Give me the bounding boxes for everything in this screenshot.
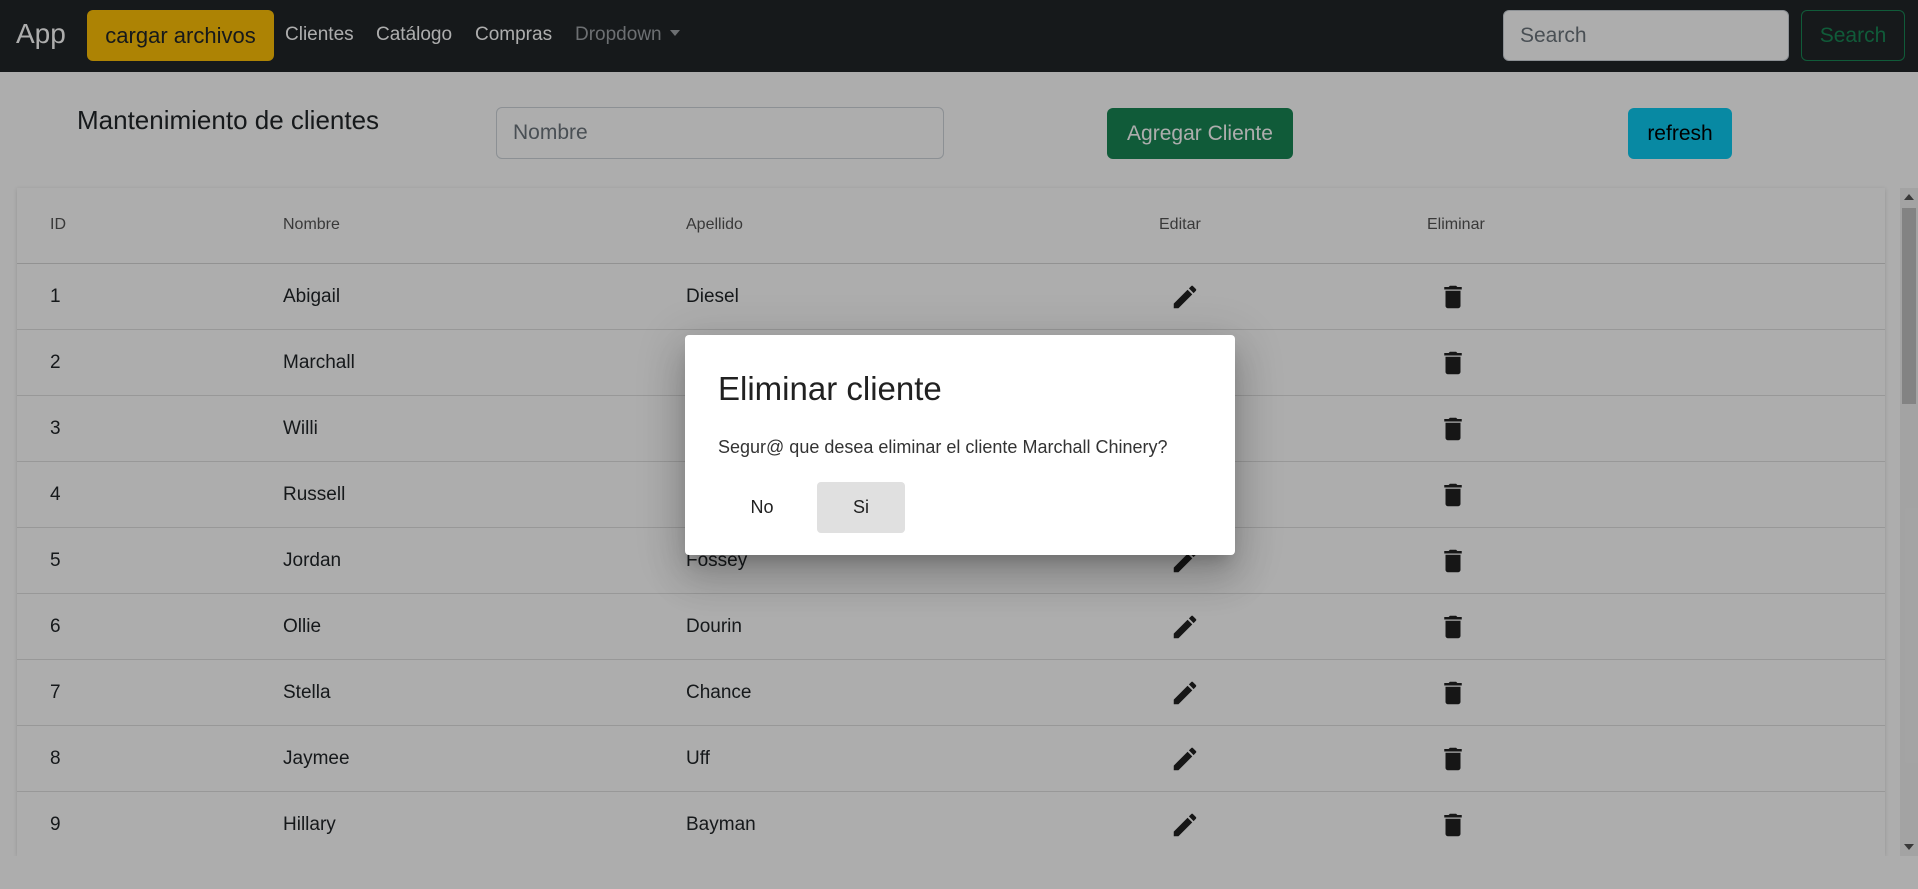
dialog-message: Segur@ que desea eliminar el cliente Mar… bbox=[718, 437, 1168, 457]
dialog-title: Eliminar cliente bbox=[718, 370, 942, 407]
dialog-yes-button[interactable]: Si bbox=[817, 482, 905, 533]
delete-client-dialog: Eliminar cliente Segur@ que desea elimin… bbox=[685, 335, 1235, 555]
dialog-no-button[interactable]: No bbox=[718, 482, 806, 533]
